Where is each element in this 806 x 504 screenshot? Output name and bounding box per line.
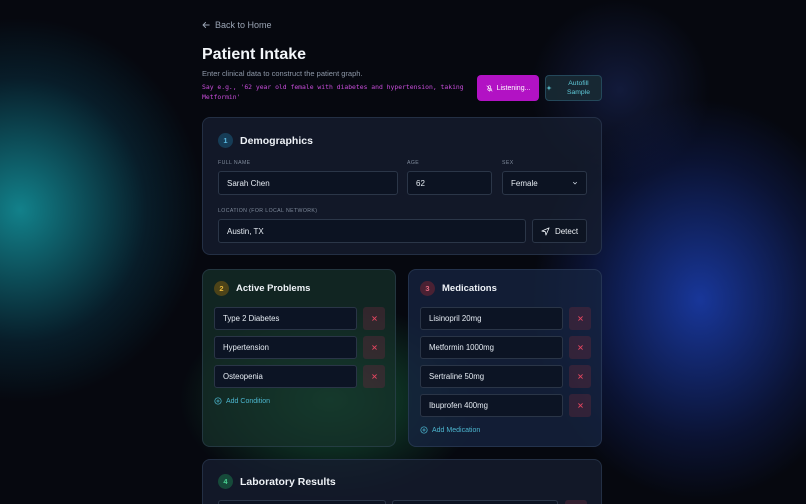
remove-medication-button[interactable]: [569, 394, 591, 417]
section-title: Laboratory Results: [240, 475, 336, 488]
problems-header: 2 Active Problems: [214, 281, 310, 296]
remove-problem-button[interactable]: [363, 336, 385, 359]
demographics-card: 1 Demographics FULL NAME Sarah Chen AGE …: [202, 117, 602, 255]
remove-lab-button[interactable]: [565, 500, 587, 504]
arrow-left-icon: [202, 21, 210, 29]
detect-location-button[interactable]: Detect: [532, 219, 587, 243]
medication-input[interactable]: Ibuprofen 400mg: [420, 394, 563, 417]
back-link[interactable]: Back to Home: [202, 20, 272, 30]
problem-row: Osteopenia: [214, 365, 385, 388]
section-number: 2: [214, 281, 229, 296]
age-input[interactable]: 62: [407, 171, 492, 195]
medication-row: Metformin 1000mg: [420, 336, 591, 359]
problem-input[interactable]: Hypertension: [214, 336, 357, 359]
close-icon: [577, 345, 583, 350]
section-number: 1: [218, 133, 233, 148]
back-link-label: Back to Home: [215, 20, 272, 30]
location-input[interactable]: Austin, TX: [218, 219, 526, 243]
section-title: Demographics: [240, 134, 313, 147]
section-title: Active Problems: [236, 283, 311, 294]
problem-input[interactable]: Osteopenia: [214, 365, 357, 388]
labs-header: 4 Laboratory Results: [218, 474, 336, 489]
medications-header: 3 Medications: [420, 281, 497, 296]
sex-label: SEX: [502, 160, 514, 166]
section-number: 4: [218, 474, 233, 489]
medication-row: Ibuprofen 400mg: [420, 394, 591, 417]
remove-problem-button[interactable]: [363, 307, 385, 330]
add-medication-button[interactable]: Add Medication: [420, 426, 480, 434]
laboratory-results-card: 4 Laboratory Results: [202, 459, 602, 504]
section-number: 3: [420, 281, 435, 296]
medication-row: Lisinopril 20mg: [420, 307, 591, 330]
remove-medication-button[interactable]: [569, 307, 591, 330]
close-icon: [371, 374, 377, 379]
demographics-header: 1 Demographics: [218, 133, 313, 148]
problem-row: Hypertension: [214, 336, 385, 359]
medication-input[interactable]: Sertraline 50mg: [420, 365, 563, 388]
medication-row: Sertraline 50mg: [420, 365, 591, 388]
remove-medication-button[interactable]: [569, 365, 591, 388]
remove-medication-button[interactable]: [569, 336, 591, 359]
section-title: Medications: [442, 283, 497, 294]
autofill-sample-label: Autofill Sample: [566, 80, 590, 96]
medication-input[interactable]: Lisinopril 20mg: [420, 307, 563, 330]
problem-row: Type 2 Diabetes: [214, 307, 385, 330]
close-icon: [371, 345, 377, 350]
plus-circle-icon: [420, 426, 428, 434]
age-label: AGE: [407, 160, 420, 166]
close-icon: [577, 374, 583, 379]
medication-input[interactable]: Metformin 1000mg: [420, 336, 563, 359]
chevron-down-icon: [572, 181, 578, 185]
plus-circle-icon: [214, 397, 222, 405]
add-condition-label: Add Condition: [226, 397, 270, 405]
close-icon: [371, 316, 377, 321]
lab-value-input[interactable]: [392, 500, 558, 504]
active-problems-card: 2 Active Problems Type 2 Diabetes Hypert…: [202, 269, 396, 447]
sparkle-icon: [546, 85, 552, 91]
location-label: LOCATION (FOR LOCAL NETWORK): [218, 208, 318, 214]
sex-select[interactable]: Female: [502, 171, 587, 195]
lab-name-input[interactable]: [218, 500, 386, 504]
listening-button[interactable]: Listening...: [477, 75, 539, 101]
voice-hint: Say e.g., '62 year old female with diabe…: [202, 83, 464, 101]
full-name-input[interactable]: Sarah Chen: [218, 171, 398, 195]
listening-button-label: Listening...: [496, 84, 531, 92]
sex-select-value: Female: [511, 178, 538, 188]
mic-off-icon: [486, 84, 493, 92]
detect-button-label: Detect: [554, 226, 579, 236]
page-subtitle: Enter clinical data to construct the pat…: [202, 69, 363, 78]
remove-problem-button[interactable]: [363, 365, 385, 388]
navigation-arrow-icon: [541, 226, 550, 236]
full-name-label: FULL NAME: [218, 160, 251, 166]
add-medication-label: Add Medication: [432, 426, 481, 434]
medications-card: 3 Medications Lisinopril 20mg Metformin …: [408, 269, 602, 447]
page-title: Patient Intake: [202, 46, 307, 63]
autofill-sample-button[interactable]: Autofill Sample: [545, 75, 602, 101]
close-icon: [577, 316, 583, 321]
close-icon: [577, 403, 583, 408]
add-condition-button[interactable]: Add Condition: [214, 397, 270, 405]
problem-input[interactable]: Type 2 Diabetes: [214, 307, 357, 330]
